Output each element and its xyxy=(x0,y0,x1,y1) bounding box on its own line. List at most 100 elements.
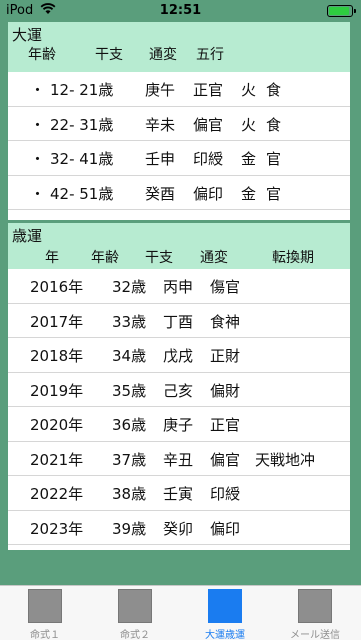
year: 2020年 xyxy=(30,416,84,434)
kanshi: 庚午 xyxy=(145,81,176,99)
gogyo-sub: 官 xyxy=(266,217,281,220)
age: 36歳 xyxy=(112,416,147,434)
tsuhen: 正官 xyxy=(210,416,241,434)
kanshi: 丁酉 xyxy=(163,312,194,331)
year: 2021年 xyxy=(30,450,84,469)
bullet: ・ xyxy=(30,81,46,99)
kanshi: 癸酉 xyxy=(145,184,176,203)
age-range: 32- 41歳 xyxy=(50,150,114,168)
taiun-header-gogyo: 五行 xyxy=(196,47,224,63)
kanshi: 庚子 xyxy=(163,416,194,434)
year: 2018年 xyxy=(30,347,84,365)
saiun-header-tsuhen: 通変 xyxy=(200,250,228,266)
list-item[interactable]: 2020年 36歳 庚子 正官 xyxy=(8,407,350,442)
list-item[interactable]: ・ 42- 51歳 癸酉 偏印金官 xyxy=(8,176,350,210)
meishiki-2-icon xyxy=(118,589,152,623)
kanshi: 辛未 xyxy=(145,115,176,134)
list-item[interactable]: 2023年 39歳 癸卯 偏印 xyxy=(8,511,350,545)
year: 2016年 xyxy=(30,278,84,296)
tsuhen: 偏財 xyxy=(210,381,241,400)
tab-label: 大運歳運 xyxy=(205,630,245,640)
battery-icon xyxy=(327,5,356,17)
mail-send-icon xyxy=(298,589,332,623)
saiun-header-kanshi: 干支 xyxy=(145,250,173,266)
kanshi: 甲戌 xyxy=(145,217,175,220)
kanshi: 丙申 xyxy=(163,278,194,296)
list-item[interactable]: 2018年 34歳 戊戌 正財 xyxy=(8,338,350,373)
taiun-header-tsuhen: 通変 xyxy=(149,47,177,63)
age-range: 42- 51歳 xyxy=(50,184,114,203)
list-item[interactable]: 2019年 35歳 己亥 偏財 xyxy=(8,373,350,407)
year: 2023年 xyxy=(30,519,84,538)
tsuhen: 偏印 xyxy=(193,184,224,203)
tsuhen: 偏官 xyxy=(193,115,224,134)
tab-label: 命式２ xyxy=(120,630,150,640)
gogyo-sub: 官 xyxy=(266,150,282,168)
age: 37歳 xyxy=(112,450,147,469)
taiun-list[interactable]: ・ 12- 21歳 庚午 正官火食・ 22- 31歳 辛未 偏官火食・ 32- 41歳 壬申 印綬… xyxy=(8,72,350,220)
year: 2017年 xyxy=(30,312,84,331)
tsuhen: 印綬 xyxy=(210,485,241,503)
kanshi: 己亥 xyxy=(163,381,194,400)
list-item[interactable]: 2022年 38歳 壬寅 印綬 xyxy=(8,476,350,511)
list-item[interactable]: 2016年 32歳 丙申 傷官 xyxy=(8,269,350,304)
tsuhen: 傷官 xyxy=(210,278,241,296)
taiun-saiun-icon xyxy=(208,589,242,623)
bullet: ・ xyxy=(30,150,46,168)
taiun-header-age: 年齢 xyxy=(28,47,56,63)
taiun-header-kanshi: 干支 xyxy=(95,47,123,63)
kanshi: 辛丑 xyxy=(163,450,194,469)
tsuhen: 偏印 xyxy=(210,519,241,538)
kanshi: 壬寅 xyxy=(163,485,194,503)
list-item[interactable]: ・ 12- 21歳 庚午 正官火食 xyxy=(8,72,350,107)
gogyo: 金 xyxy=(241,217,256,220)
kanshi: 壬申 xyxy=(145,150,176,168)
tsuhen: 偏官 xyxy=(210,450,241,469)
tab-bar: 命式１ 命式２ 大運歳運 メール送信 xyxy=(0,585,361,640)
list-item[interactable]: 2021年 37歳 辛丑 偏官 天戦地冲 xyxy=(8,442,350,476)
age: 33歳 xyxy=(112,312,147,331)
list-item[interactable]: ・ 32- 41歳 壬申 印綬金官 xyxy=(8,141,350,176)
saiun-header: 年 年齢 干支 通変 転換期 xyxy=(8,247,350,267)
age: 35歳 xyxy=(112,381,147,400)
kanshi: 戊戌 xyxy=(163,347,194,365)
meishiki-1-icon xyxy=(28,589,62,623)
tsuhen: 正財 xyxy=(210,347,241,365)
clock: 12:51 xyxy=(159,3,202,18)
tab-label: 命式１ xyxy=(30,630,60,640)
gogyo: 金 xyxy=(241,150,257,168)
list-item[interactable]: 2017年 33歳 丁酉 食神 xyxy=(8,304,350,338)
age: 39歳 xyxy=(112,519,147,538)
bullet: ・ xyxy=(30,217,45,220)
list-item[interactable]: ・ 22- 31歳 辛未 偏官火食 xyxy=(8,107,350,141)
year: 2022年 xyxy=(30,485,84,503)
tab-label: メール送信 xyxy=(290,630,340,640)
list-item[interactable]: 2024年40歳甲辰比肩 xyxy=(8,545,350,550)
age: 38歳 xyxy=(112,485,147,503)
tab-meishiki-2[interactable]: 命式２ xyxy=(90,586,180,640)
bullet: ・ xyxy=(30,184,46,203)
tsuhen: 印綬 xyxy=(193,150,224,168)
saiun-list[interactable]: 2016年 32歳 丙申 傷官 2017年 33歳 丁酉 食神 2018年 34歳 戊戌 正財 2019… xyxy=(8,269,350,550)
gogyo-sub: 食 xyxy=(266,81,282,99)
saiun-panel: 歳運 年 年齢 干支 通変 転換期 2016年 32歳 丙申 傷官 2017年 33歳 丁酉… xyxy=(8,223,350,550)
tsuhen: 正官 xyxy=(193,81,224,99)
year: 2019年 xyxy=(30,381,84,400)
kanshi: 癸卯 xyxy=(163,519,194,538)
tab-mail-send[interactable]: メール送信 xyxy=(270,586,360,640)
tsuhen: 比肩 xyxy=(193,217,223,220)
tab-taiun-saiun[interactable]: 大運歳運 xyxy=(180,586,270,640)
saiun-title: 歳運 xyxy=(12,227,43,245)
gogyo-sub: 食 xyxy=(266,115,282,134)
taiun-panel: 大運 年齢 干支 通変 五行 ・ 12- 21歳 庚午 正官火食・ 22- 31歳 辛未偏… xyxy=(8,22,350,220)
tab-meishiki-1[interactable]: 命式１ xyxy=(0,586,90,640)
gogyo: 火 xyxy=(241,115,257,134)
age: 34歳 xyxy=(112,347,147,365)
age-range: 12- 21歳 xyxy=(50,81,114,99)
bullet: ・ xyxy=(30,115,46,134)
list-item[interactable]: ・ 52- 61歳 甲戌 比肩 金 官 xyxy=(8,210,350,220)
age-range: 22- 31歳 xyxy=(50,115,114,134)
status-bar: iPod 12:51 xyxy=(0,0,361,22)
taiun-title: 大運 xyxy=(12,26,43,44)
saiun-header-tenkan: 転換期 xyxy=(272,250,314,266)
